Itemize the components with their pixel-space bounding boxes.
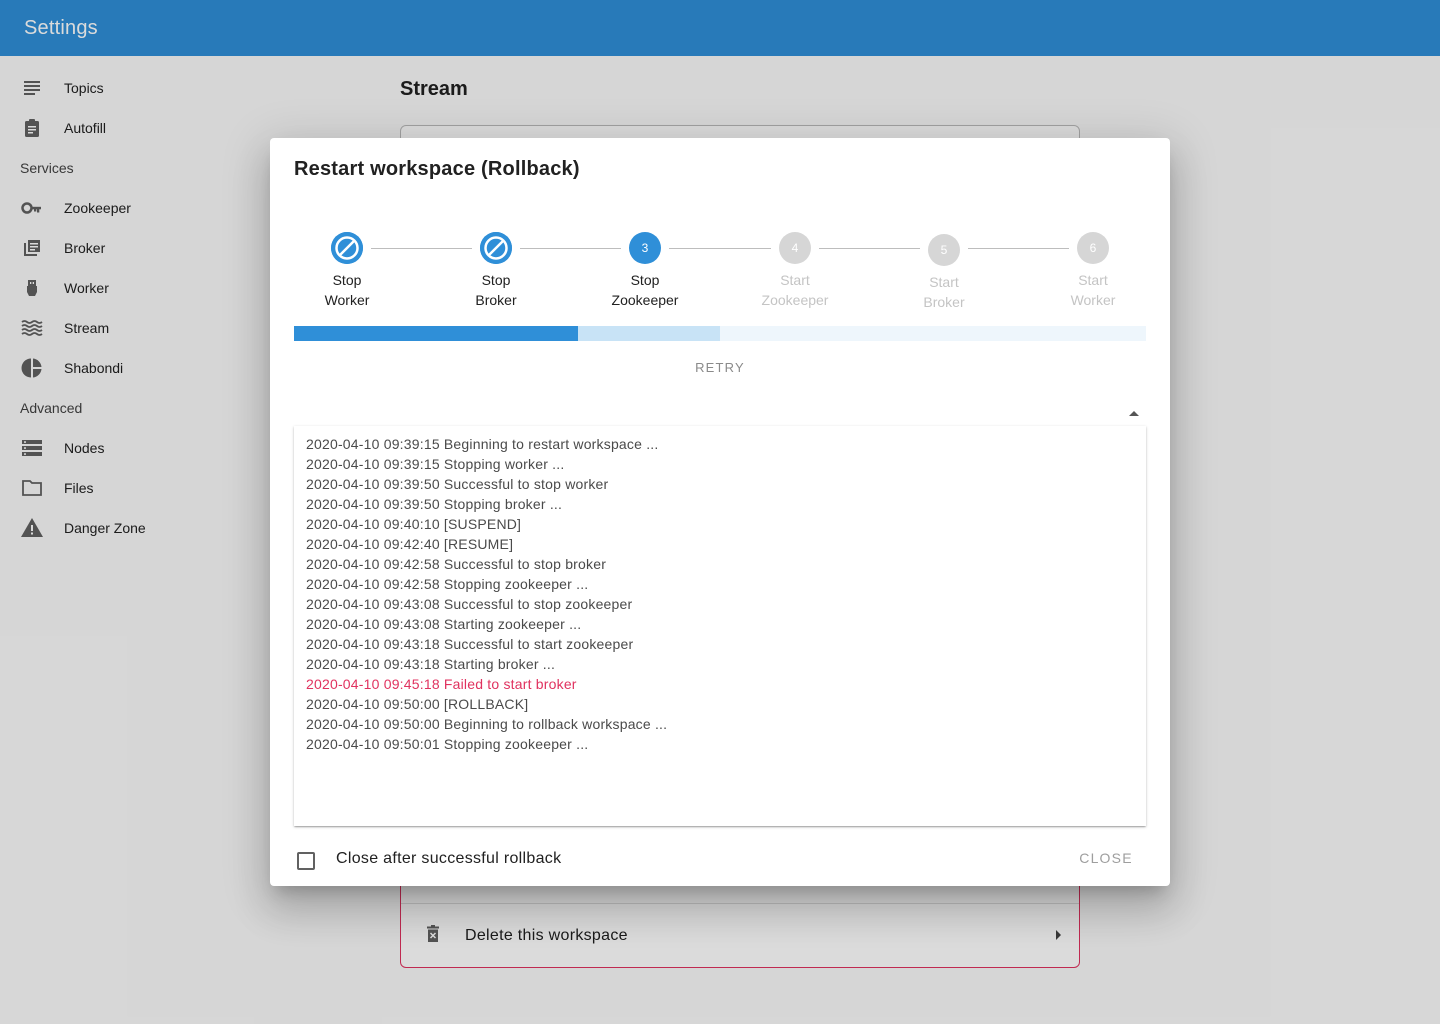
log-line: 2020-04-10 09:43:18 Successful to start … [306,636,634,652]
log-line: 2020-04-10 09:39:15 Beginning to restart… [306,436,659,452]
step-stop-worker: Stop Worker [287,232,407,310]
restart-workspace-dialog: Restart workspace (Rollback) Stop Worker … [270,138,1170,886]
close-button[interactable]: CLOSE [1070,850,1142,870]
step-number: 6 [1077,232,1109,264]
log-line: 2020-04-10 09:43:08 Starting zookeeper .… [306,616,582,632]
log-panel[interactable]: 2020-04-10 09:39:15 Beginning to restart… [294,426,1146,826]
step-label: Stop Zookeeper [611,272,679,308]
retry-button[interactable]: RETRY [670,360,770,384]
dialog-title: Restart workspace (Rollback) [294,158,580,180]
step-start-broker: 5 Start Broker [884,234,1004,312]
log-line: 2020-04-10 09:39:15 Stopping worker ... [306,456,565,472]
step-label: Start Worker [1070,272,1116,308]
checkbox-label: Close after successful rollback [336,850,562,867]
log-line: 2020-04-10 09:50:01 Stopping zookeeper .… [306,736,589,752]
step-label: Start Broker [923,274,965,310]
step-done-icon [331,232,363,264]
step-number: 3 [629,232,661,264]
progress-bar [294,326,1146,341]
log-line: 2020-04-10 09:43:18 Starting broker ... [306,656,556,672]
step-done-icon [480,232,512,264]
progress-fill [294,326,578,341]
log-line: 2020-04-10 09:43:08 Successful to stop z… [306,596,633,612]
log-line-error: 2020-04-10 09:45:18 Failed to start brok… [306,676,577,692]
log-line: 2020-04-10 09:39:50 Stopping broker ... [306,496,563,512]
step-number: 5 [928,234,960,266]
step-label: Stop Broker [475,272,517,308]
step-start-zookeeper: 4 Start Zookeeper [735,232,855,310]
step-label: Start Zookeeper [761,272,829,308]
log-line: 2020-04-10 09:42:58 Successful to stop b… [306,556,607,572]
log-line: 2020-04-10 09:40:10 [SUSPEND] [306,516,522,532]
log-line: 2020-04-10 09:39:50 Successful to stop w… [306,476,609,492]
log-line: 2020-04-10 09:42:40 [RESUME] [306,536,514,552]
log-line: 2020-04-10 09:50:00 Beginning to rollbac… [306,716,668,732]
step-number: 4 [779,232,811,264]
log-line: 2020-04-10 09:50:00 [ROLLBACK] [306,696,529,712]
log-line: 2020-04-10 09:42:58 Stopping zookeeper .… [306,576,589,592]
close-after-rollback-checkbox[interactable] [297,852,315,870]
step-stop-broker: Stop Broker [436,232,556,310]
step-label: Stop Worker [324,272,370,308]
collapse-log-icon[interactable] [1126,406,1142,422]
step-start-worker: 6 Start Worker [1033,232,1153,310]
step-stop-zookeeper: 3 Stop Zookeeper [585,232,705,310]
